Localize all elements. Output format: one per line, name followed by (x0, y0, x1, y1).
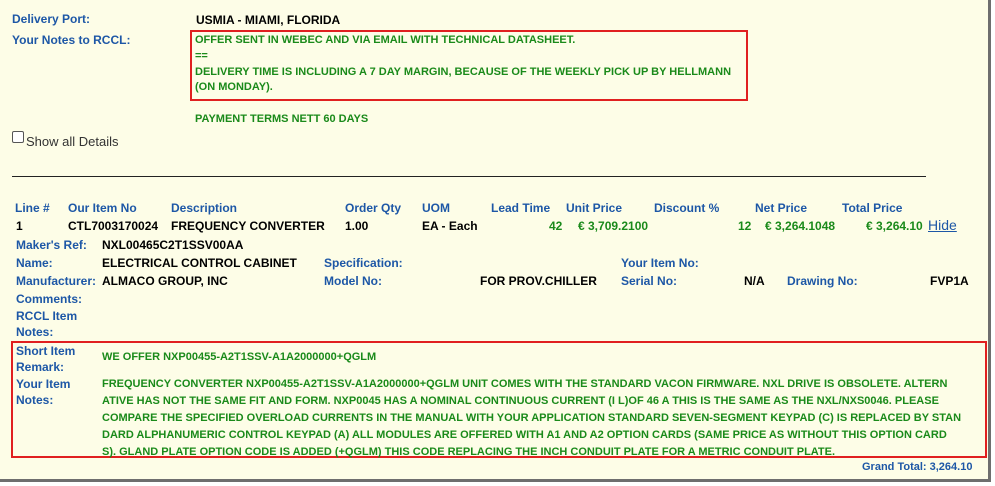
specification-label: Specification: (324, 256, 403, 270)
item-notes-line-1: FREQUENCY CONVERTER NXP00455-A2T1SSV-A1A… (102, 378, 948, 390)
col-lead-time: Lead Time (491, 201, 551, 215)
notes-line-3: DELIVERY TIME IS INCLUDING A 7 DAY MARGI… (195, 66, 732, 78)
cell-item-no: CTL7003170024 (68, 219, 159, 233)
makers-ref-value: NXL00465C2T1SSV00AA (102, 238, 244, 252)
rccl-item-notes-label-1: RCCL Item (16, 309, 78, 323)
makers-ref-label: Maker's Ref: (16, 238, 87, 252)
cell-unit-price: € 3,709.2100 (578, 219, 649, 233)
name-label: Name: (16, 256, 53, 270)
col-total-price: Total Price (842, 201, 903, 215)
col-description: Description (171, 201, 238, 215)
cell-lead-time: 42 (549, 219, 563, 233)
name-value: ELECTRICAL CONTROL CABINET (102, 256, 297, 270)
col-net-price: Net Price (755, 201, 808, 215)
col-line: Line # (15, 201, 50, 215)
serial-no-label: Serial No: (621, 274, 678, 288)
section-divider (12, 176, 926, 177)
short-remark-label-1: Short Item (16, 344, 76, 358)
cell-line: 1 (16, 219, 23, 233)
cell-description: FREQUENCY CONVERTER (171, 219, 325, 233)
serial-no-value: N/A (744, 274, 765, 288)
item-notes-line-4: DARD ALPHANUMERIC CONTROL KEYPAD (A) ALL… (102, 429, 947, 441)
your-item-notes-label-2: Notes: (16, 393, 54, 407)
col-unit-price: Unit Price (566, 201, 623, 215)
notes-line-1: OFFER SENT IN WEBEC AND VIA EMAIL WITH T… (195, 34, 576, 46)
cell-uom: EA - Each (422, 219, 478, 233)
col-order-qty: Order Qty (345, 201, 402, 215)
col-item-no: Our Item No (68, 201, 137, 215)
short-remark-label-2: Remark: (16, 360, 65, 374)
cell-net-price: € 3,264.1048 (765, 219, 836, 233)
manufacturer-value: ALMACO GROUP, INC (102, 274, 228, 288)
delivery-port-value: USMIA - MIAMI, FLORIDA (196, 13, 341, 27)
item-notes-line-2: ATIVE HAS NOT THE SAME FIT AND FORM. NXP… (102, 395, 939, 407)
quote-detail-panel: Delivery Port: USMIA - MIAMI, FLORIDA Yo… (0, 0, 991, 482)
notes-line-2: == (195, 50, 208, 62)
item-notes-line-5: S). GLAND PLATE OPTION CODE IS ADDED (+Q… (102, 446, 836, 458)
your-item-notes-label-1: Your Item (16, 377, 71, 391)
short-remark-value: WE OFFER NXP00455-A2T1SSV-A1A2000000+QGL… (102, 351, 377, 363)
payment-terms: PAYMENT TERMS NETT 60 DAYS (195, 113, 369, 125)
model-no-label: Model No: (324, 274, 382, 288)
comments-label: Comments: (16, 292, 83, 306)
item-notes-line-3: COMPARE THE SPECIFIED OVERLOAD CURRENTS … (102, 412, 962, 424)
your-item-no-label: Your Item No: (621, 256, 699, 270)
show-all-details-checkbox[interactable] (12, 131, 24, 143)
notes-to-rccl-label: Your Notes to RCCL: (12, 33, 131, 47)
grand-total: Grand Total: 3,264.10 (862, 461, 973, 473)
hide-details-link[interactable]: Hide (928, 217, 957, 233)
cell-qty: 1.00 (345, 219, 369, 233)
drawing-no-value: FVP1A (930, 274, 969, 288)
cell-discount: 12 (738, 219, 752, 233)
rccl-item-notes-label-2: Notes: (16, 325, 54, 339)
notes-line-4: (ON MONDAY). (195, 81, 273, 93)
manufacturer-label: Manufacturer: (16, 274, 97, 288)
your-item-notes-text: FREQUENCY CONVERTER NXP00455-A2T1SSV-A1A… (102, 376, 982, 461)
col-uom: UOM (422, 201, 450, 215)
show-all-details-label[interactable]: Show all Details (26, 134, 119, 149)
col-discount: Discount % (654, 201, 720, 215)
model-no-value: FOR PROV.CHILLER (480, 274, 597, 288)
cell-total-price: € 3,264.10 (866, 219, 923, 233)
drawing-no-label: Drawing No: (787, 274, 858, 288)
delivery-port-label: Delivery Port: (12, 12, 91, 26)
